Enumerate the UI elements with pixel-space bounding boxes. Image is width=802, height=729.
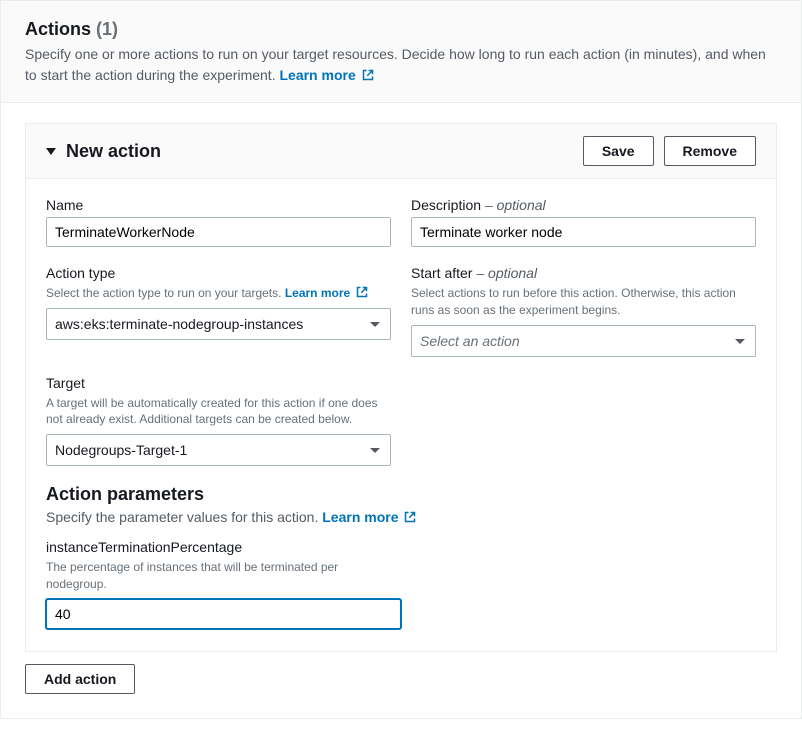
action-type-helper: Select the action type to run on your ta… [46, 285, 391, 302]
start-after-helper: Select actions to run before this action… [411, 285, 756, 319]
pct-label: instanceTerminationPercentage [46, 539, 401, 555]
page-title: Actions (1) [25, 19, 118, 39]
external-link-icon [404, 511, 416, 523]
action-type-label: Action type [46, 265, 391, 281]
action-type-learn-more-link[interactable]: Learn more [285, 286, 368, 300]
action-parameters-desc: Specify the parameter values for this ac… [46, 509, 756, 525]
target-label: Target [46, 375, 391, 391]
page-description: Specify one or more actions to run on yo… [25, 44, 777, 86]
start-after-label: Start after – optional [411, 265, 756, 281]
target-select[interactable]: Nodegroups-Target-1 [46, 434, 391, 466]
start-after-label-text: Start after [411, 265, 472, 281]
page-title-text: Actions [25, 19, 91, 39]
target-value: Nodegroups-Target-1 [55, 442, 187, 458]
action-type-learn-more-text: Learn more [285, 286, 350, 300]
description-label: Description – optional [411, 197, 756, 213]
start-after-optional: – optional [472, 265, 537, 281]
action-parameters-desc-text: Specify the parameter values for this ac… [46, 509, 318, 525]
learn-more-text: Learn more [279, 67, 355, 83]
start-after-select[interactable]: Select an action [411, 325, 756, 357]
description-input[interactable] [411, 217, 756, 247]
learn-more-link[interactable]: Learn more [279, 67, 373, 83]
params-learn-more-link[interactable]: Learn more [322, 509, 416, 525]
page-description-text: Specify one or more actions to run on yo… [25, 46, 766, 83]
add-action-button[interactable]: Add action [25, 664, 135, 694]
action-count: (1) [96, 19, 118, 39]
action-type-helper-text: Select the action type to run on your ta… [46, 286, 281, 300]
target-helper: A target will be automatically created f… [46, 395, 391, 429]
pct-input[interactable] [46, 599, 401, 629]
name-input[interactable] [46, 217, 391, 247]
panel-title: New action [66, 141, 161, 162]
pct-helper: The percentage of instances that will be… [46, 559, 401, 593]
name-label: Name [46, 197, 391, 213]
description-optional: – optional [481, 197, 546, 213]
external-link-icon [356, 286, 368, 298]
collapse-toggle-icon[interactable] [46, 148, 56, 155]
action-type-value: aws:eks:terminate-nodegroup-instances [55, 316, 303, 332]
params-learn-more-text: Learn more [322, 509, 398, 525]
save-button[interactable]: Save [583, 136, 654, 166]
description-label-text: Description [411, 197, 481, 213]
action-panel: New action Save Remove Name Description … [25, 123, 777, 652]
start-after-placeholder: Select an action [420, 333, 520, 349]
external-link-icon [362, 69, 374, 81]
remove-button[interactable]: Remove [664, 136, 756, 166]
action-parameters-title: Action parameters [46, 484, 756, 505]
action-type-select[interactable]: aws:eks:terminate-nodegroup-instances [46, 308, 391, 340]
